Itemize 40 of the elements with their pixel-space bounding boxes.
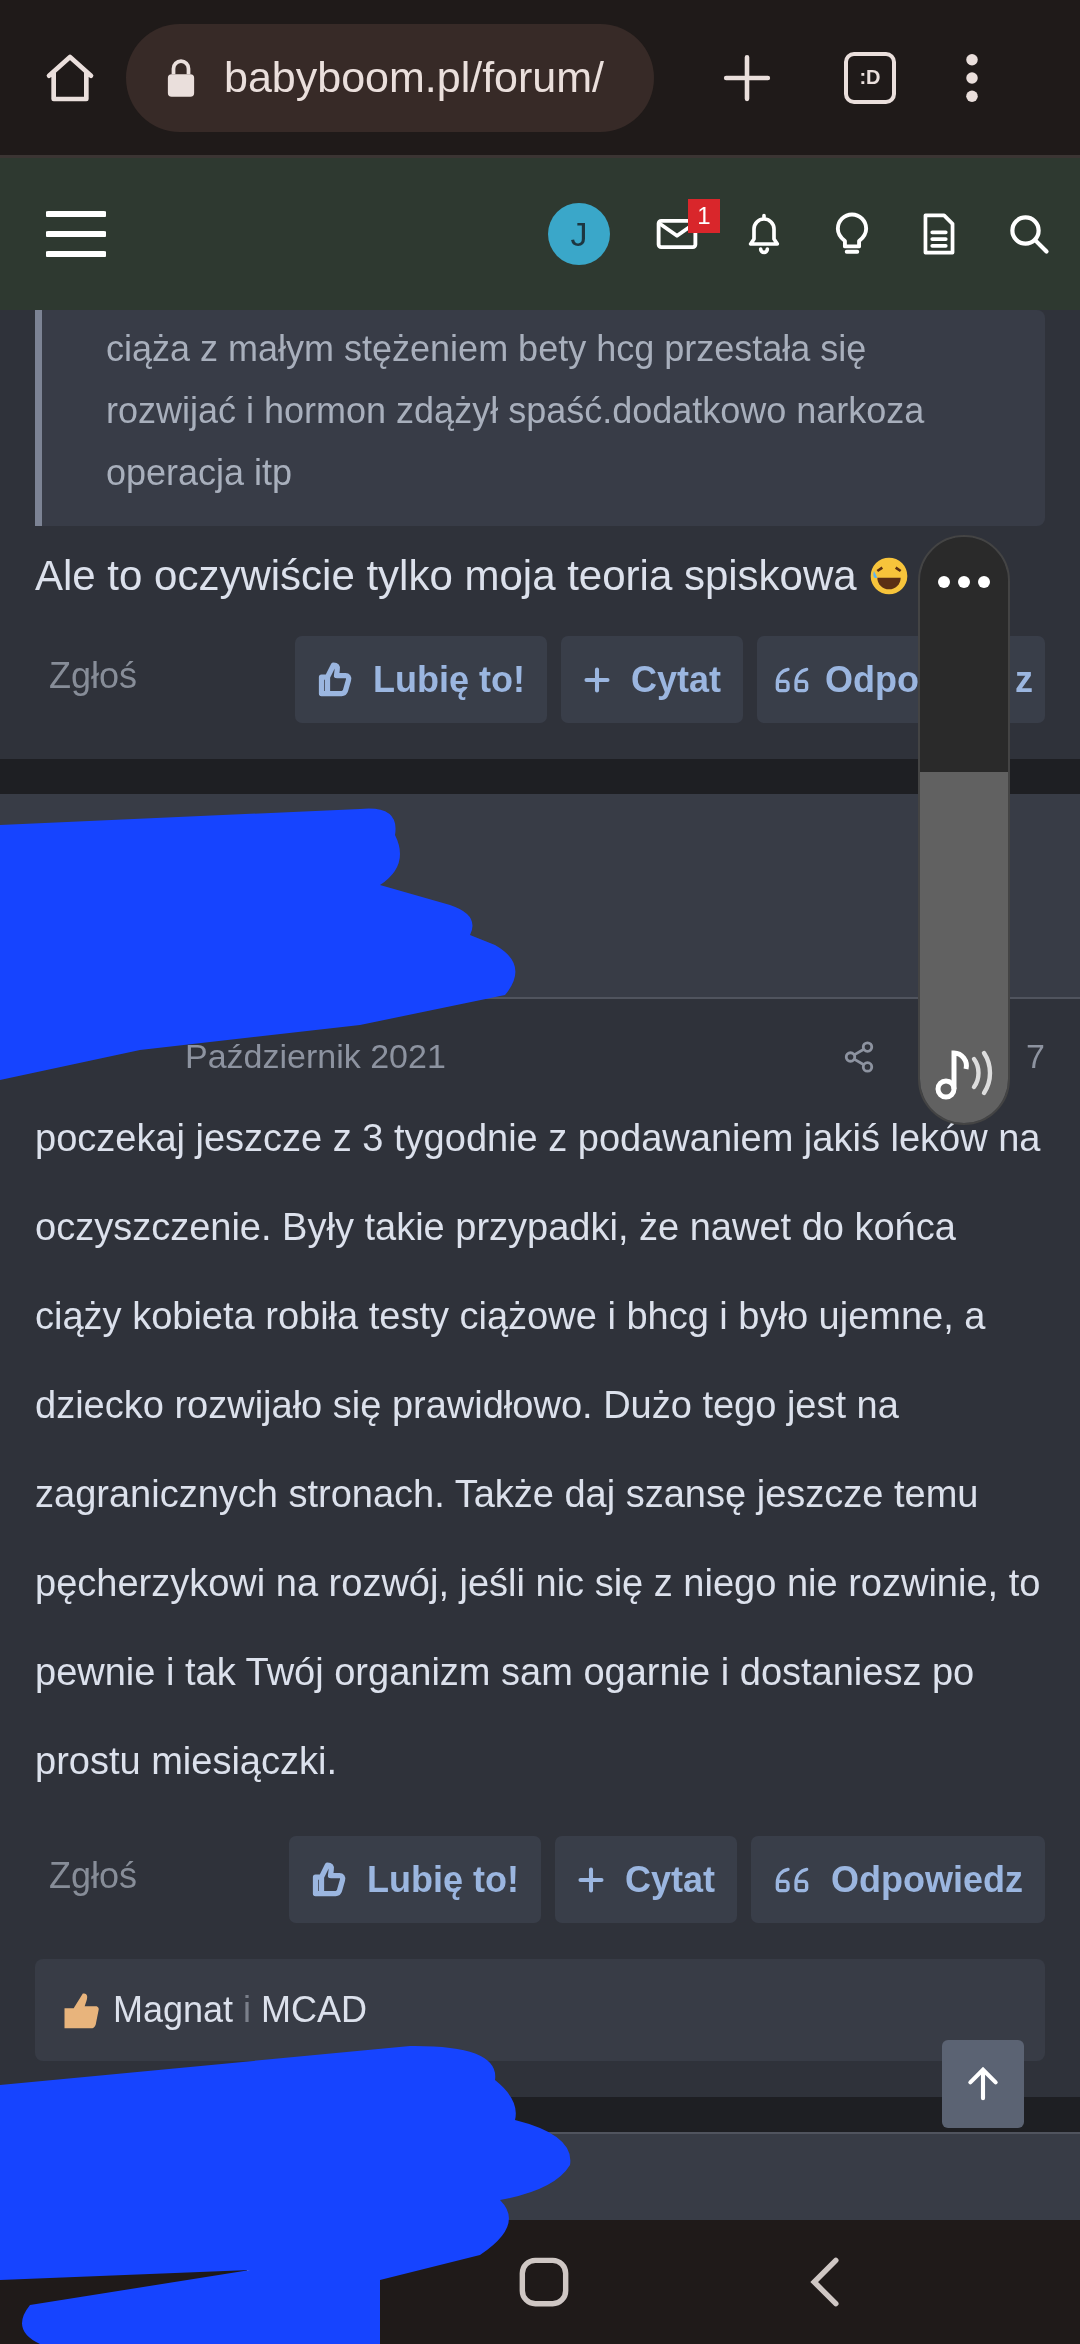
tab-switcher-button[interactable]: :D bbox=[844, 51, 896, 104]
search-icon[interactable] bbox=[1008, 213, 1050, 255]
reaction-user[interactable]: Magnat bbox=[113, 1989, 234, 2031]
like-button[interactable]: Lubię to! bbox=[295, 636, 547, 723]
plus-icon bbox=[576, 1865, 605, 1894]
report-link[interactable]: Zgłoś bbox=[49, 654, 138, 697]
more-dots-icon[interactable] bbox=[937, 575, 991, 589]
reply-button[interactable]: Odpowiedz bbox=[751, 1836, 1045, 1923]
more-menu-icon[interactable] bbox=[964, 52, 980, 103]
url-text: babyboom.pl/forum/ bbox=[224, 53, 605, 102]
reaction-user[interactable]: MCAD bbox=[261, 1989, 368, 2031]
post-date: Październik 2021 bbox=[185, 1037, 446, 1076]
post-text: poczekaj jeszcze z 3 tygodnie z podawaniem jakiś leków na oczyszczenie. Były takie przypadki, że nawet do końca ciąży kobieta robiła testy ciążowe i bhcg i było ujemne, a dziecko rozwijało się prawidłowo. Dużo tego jest na zagranicznych stronach. Także daj szansę jeszcze temu pęcherzykowi na rozwój, jeśli nic się z niego nie rozwinie, to pewnie i tak Twój organizm sam ogarnie i dostaniesz po prostu miesiączki. bbox=[35, 1116, 1042, 1784]
quote-line: ciąża z małym stężeniem bety hcg przestała się bbox=[106, 327, 868, 371]
menu-icon[interactable] bbox=[46, 209, 106, 259]
report-link[interactable]: Zgłoś bbox=[49, 1854, 138, 1897]
unread-count-badge: 1 bbox=[688, 199, 720, 233]
thumbs-up-icon bbox=[311, 1861, 347, 1898]
lock-icon bbox=[166, 58, 196, 97]
like-button[interactable]: Lubię to! bbox=[289, 1836, 541, 1923]
home-button-icon[interactable] bbox=[518, 2256, 570, 2308]
floating-sound-menu[interactable] bbox=[918, 535, 1010, 1125]
post-text: Ale to oczywiście tylko moja teoria spiskowa bbox=[35, 551, 857, 601]
reactions-bar[interactable]: Magnat i MCAD bbox=[35, 1959, 1045, 2061]
lightbulb-icon[interactable] bbox=[834, 211, 870, 257]
document-icon[interactable] bbox=[922, 212, 956, 256]
user-avatar[interactable]: J bbox=[548, 203, 610, 265]
back-icon[interactable] bbox=[808, 2256, 841, 2308]
laughing-emoji-icon bbox=[868, 556, 909, 596]
scroll-to-top-button[interactable] bbox=[942, 2040, 1024, 2128]
thumbs-up-icon bbox=[317, 661, 353, 698]
plus-icon bbox=[582, 665, 611, 694]
quote-button[interactable]: Cytat bbox=[554, 1836, 737, 1923]
post-number[interactable]: 7 bbox=[1026, 1037, 1045, 1076]
quote-button[interactable]: Cytat bbox=[560, 636, 743, 723]
new-tab-icon[interactable] bbox=[722, 52, 772, 103]
quote-line: operacja itp bbox=[106, 451, 294, 495]
address-bar[interactable]: babyboom.pl/forum/ bbox=[126, 23, 654, 132]
quote-line: rozwijać i hormon zdążył spaść.dodatkowo narkoza bbox=[106, 389, 926, 433]
joiner-text: i bbox=[243, 1989, 252, 2031]
